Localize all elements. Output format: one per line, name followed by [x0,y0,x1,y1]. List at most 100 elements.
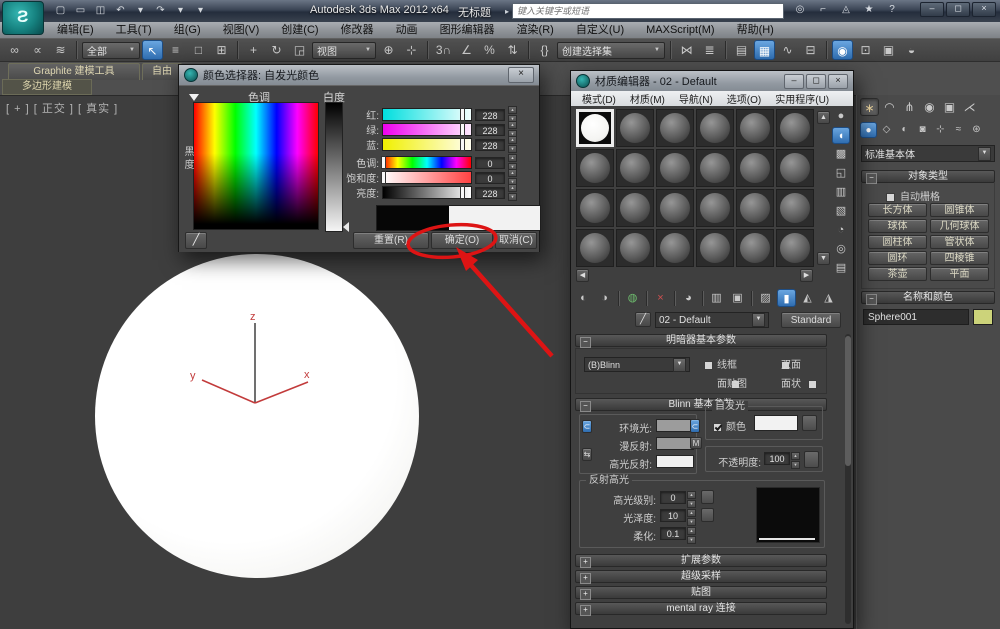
spinner-up-icon[interactable]: ▲ [508,169,517,177]
search-icon[interactable]: ◎ [792,2,808,18]
tab-graphite-modeling[interactable]: Graphite 建模工具 [8,63,140,80]
rendered-frame-window-icon[interactable]: ▣ [878,40,899,60]
material-sample-slot[interactable] [696,109,734,147]
collapsed-rollout-1[interactable]: + 超级采样 [575,570,827,584]
faceted-checkbox[interactable] [808,380,818,389]
tab-freeform[interactable]: 自由 [142,63,182,80]
lock-specular-icon[interactable]: ⊂ [690,419,700,433]
helpers-category-icon[interactable]: ⊹ [932,122,949,138]
expand-icon[interactable]: + [580,573,591,584]
show-end-result-icon[interactable]: ▮ [777,289,796,307]
snaps-toggle-icon[interactable]: 3∩ [433,40,454,60]
search-expand-icon[interactable]: ▸ [505,7,509,16]
layer-manager-icon[interactable]: ▤ [731,40,752,60]
value-slider[interactable] [382,186,472,199]
opacity-spinner[interactable]: ▲ ▼ [791,452,800,469]
collapse-icon[interactable]: − [580,337,591,348]
material-map-navigator-icon[interactable]: ▤ [832,260,850,277]
hue-cursor-icon[interactable] [189,94,199,101]
material-id-channel-icon[interactable]: ▣ [728,289,747,307]
application-menu-button[interactable]: S [2,1,44,35]
menu-item-4[interactable]: 创建(C) [270,22,329,38]
menu-item-2[interactable]: 组(G) [163,22,212,38]
red-value[interactable]: 228 [475,108,505,121]
material-sample-slot[interactable] [736,229,774,267]
material-type-button[interactable]: Standard [781,312,841,328]
scroll-down-button[interactable]: ▼ [817,252,830,265]
mtl-menu-item-3[interactable]: 选项(O) [720,91,768,106]
menu-item-6[interactable]: 动画 [385,22,429,38]
hue-saturation-field[interactable] [193,102,319,230]
sample-screen-color-button[interactable]: ╱ [185,232,207,249]
redo-icon[interactable]: ↷ [152,3,169,19]
material-editor-title-bar[interactable]: 材质编辑器 - 02 - Default – ◻ × [571,71,853,91]
spinner-up-icon[interactable]: ▲ [508,136,517,144]
select-and-manipulate-icon[interactable]: ⊹ [401,40,422,60]
object-type-button[interactable]: 圆环 [868,251,927,265]
material-sample-slot[interactable] [736,109,774,147]
diffuse-color-swatch[interactable] [656,437,694,450]
sample-uv-tiling-icon[interactable]: ◱ [832,165,850,182]
material-sample-slot[interactable] [656,229,694,267]
close-button[interactable]: × [972,2,996,17]
mtl-menu-item-4[interactable]: 实用程序(U) [768,91,836,106]
material-editor-options-icon[interactable]: ◔ [832,222,850,239]
specular-level-value[interactable]: 0 [660,491,686,504]
object-type-button[interactable]: 球体 [868,219,927,233]
expand-icon[interactable]: + [580,557,591,568]
blue-value[interactable]: 228 [475,138,505,151]
reference-coordinate-dropdown[interactable]: 视图 ▼ [312,41,376,59]
assign-material-to-selection-icon[interactable]: ◍ [623,289,642,307]
glossiness-map-button[interactable] [701,508,714,522]
show-map-in-viewport-icon[interactable]: ▨ [756,289,775,307]
sample-type-icon[interactable]: ● [832,108,850,125]
self-illumination-color-swatch[interactable] [754,415,798,431]
render-production-icon[interactable]: ◒ [901,40,922,60]
material-sample-slot[interactable] [616,109,654,147]
menu-item-10[interactable]: MAXScript(M) [635,22,725,38]
qat-customize-icon[interactable]: ▾ [192,3,209,19]
lock-ambient-diffuse-icon[interactable]: ⊂ [582,420,592,433]
material-sample-slot[interactable] [736,149,774,187]
object-type-button[interactable]: 管状体 [930,235,989,249]
menu-item-0[interactable]: 编辑(E) [46,22,105,38]
toggle-ribbon-icon[interactable]: ▦ [754,40,775,60]
reset-button[interactable]: 重置(R) [353,232,429,249]
menu-item-11[interactable]: 帮助(H) [726,22,785,38]
menu-item-5[interactable]: 修改器 [330,22,385,38]
material-sample-slot[interactable] [656,149,694,187]
soften-value[interactable]: 0.1 [660,527,686,540]
percent-snap-toggle-icon[interactable]: % [479,40,500,60]
spinner-up-icon[interactable]: ▲ [508,154,517,162]
saturation-value[interactable]: 0 [475,171,505,184]
select-object-icon[interactable]: ↖ [142,40,163,60]
object-type-button[interactable]: 长方体 [868,203,927,217]
specular-level-spinner[interactable]: ▲ ▼ [687,491,696,508]
hue-value[interactable]: 0 [475,156,505,169]
blue-slider[interactable] [382,138,472,151]
specular-level-map-button[interactable] [701,490,714,504]
tab-polygon-modeling[interactable]: 多边形建模 [2,79,92,95]
value-spinner[interactable]: ▲ ▼ [508,184,517,201]
selection-filter-dropdown[interactable]: 全部 ▼ [82,41,140,59]
swap-colors-icon[interactable]: ⇆ [582,448,592,461]
opacity-map-button[interactable] [804,451,819,468]
collapsed-rollout-3[interactable]: + mental ray 连接 [575,602,827,616]
motion-tab-icon[interactable]: ◉ [920,98,939,116]
reset-map-icon[interactable]: × [651,289,670,307]
object-color-swatch[interactable] [973,309,993,325]
rectangular-selection-region-icon[interactable]: □ [188,40,209,60]
object-type-rollout-header[interactable]: − 对象类型 [861,170,995,184]
ok-button[interactable]: 确定(O) [431,232,493,249]
select-and-rotate-icon[interactable]: ↻ [266,40,287,60]
select-and-move-icon[interactable]: + [243,40,264,60]
spinner-up-icon[interactable]: ▲ [508,121,517,129]
material-sample-slot[interactable] [776,109,814,147]
maximize-button[interactable]: ◻ [806,73,826,89]
select-by-material-icon[interactable]: ◎ [832,241,850,258]
shader-type-dropdown[interactable]: (B)Blinn ▼ [584,357,690,372]
video-color-check-icon[interactable]: ▥ [832,184,850,201]
hue-slider[interactable] [381,156,472,169]
license-key-icon[interactable]: ⌐ [815,2,831,18]
specular-color-swatch[interactable] [656,455,694,468]
